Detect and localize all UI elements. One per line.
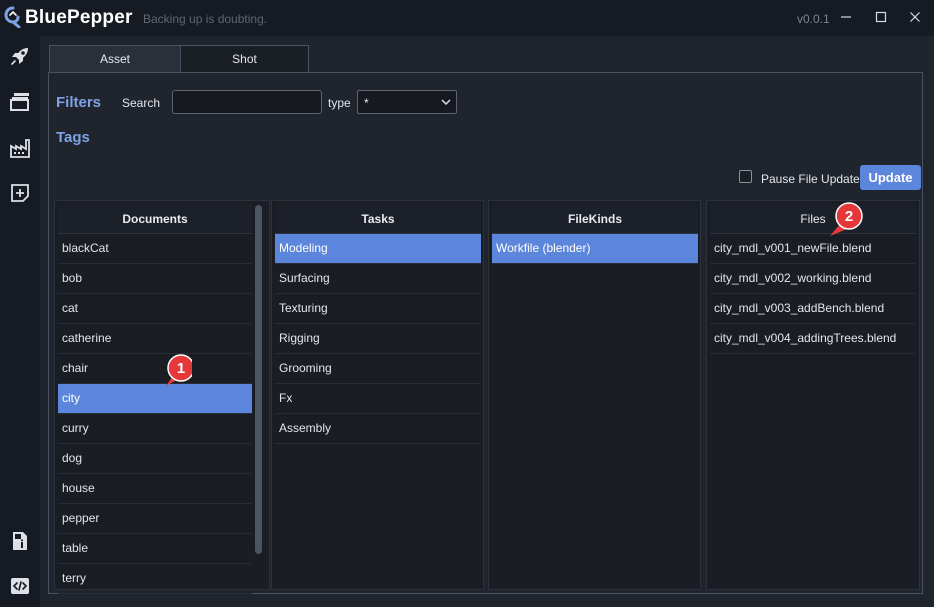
files-list: Files city_mdl_v001_newFile.blend city_m… (706, 200, 920, 590)
document-item[interactable]: chair (58, 354, 252, 384)
app-name: BluePepper (25, 7, 133, 28)
annotation-marker-2: 2 (830, 202, 863, 236)
add-document-icon (11, 184, 29, 202)
filekind-item-selected[interactable]: Workfile (blender) (492, 234, 698, 264)
app-tagline: Backing up is doubting. (143, 12, 268, 26)
files-header: Files (710, 204, 916, 234)
sidebar (0, 36, 40, 607)
task-item-selected[interactable]: Modeling (275, 234, 481, 264)
task-item[interactable]: Fx (275, 384, 481, 414)
sidebar-item-new[interactable] (8, 181, 32, 205)
file-info-icon (13, 532, 27, 550)
filekinds-list: FileKinds Workfile (blender) (488, 200, 701, 590)
marker-2-label: 2 (845, 208, 853, 225)
document-item[interactable]: blackCat (58, 234, 252, 264)
close-window-button[interactable] (902, 5, 928, 29)
search-label: Search (122, 96, 161, 110)
maximize-icon (875, 11, 887, 23)
main-content: Asset Shot Filters Search type * Tags Pa… (40, 36, 934, 607)
document-item[interactable]: catherine (58, 324, 252, 354)
maximize-button[interactable] (868, 5, 894, 29)
marker-1-label: 1 (177, 360, 185, 377)
file-item[interactable]: city_mdl_v004_addingTrees.blend (710, 324, 916, 354)
tab-asset[interactable]: Asset (49, 45, 181, 72)
document-item[interactable]: curry (58, 414, 252, 444)
task-item[interactable]: Surfacing (275, 264, 481, 294)
filekinds-rows: Workfile (blender) (492, 234, 698, 264)
documents-rows: blackCat bob cat catherine chair city cu… (58, 234, 252, 594)
bluepepper-logo-icon (4, 6, 21, 28)
document-item[interactable]: dog (58, 444, 252, 474)
type-select-value: * (364, 96, 369, 110)
filters-heading: Filters (56, 94, 102, 111)
pause-file-update-label: Pause File Update (761, 172, 860, 186)
sidebar-item-assets[interactable] (8, 89, 32, 113)
title-bar: BluePepper Backing up is doubting. v0.0.… (0, 0, 934, 36)
file-item[interactable]: city_mdl_v003_addBench.blend (710, 294, 916, 324)
documents-header: Documents (58, 204, 252, 234)
stack-icon (10, 93, 29, 111)
factory-icon (10, 139, 30, 158)
task-item[interactable]: Texturing (275, 294, 481, 324)
annotation-marker-1: 1 (165, 354, 192, 388)
close-icon (910, 12, 920, 22)
document-item[interactable]: table (58, 534, 252, 564)
app-version: v0.0.1 (797, 12, 830, 26)
document-item[interactable]: house (58, 474, 252, 504)
chevron-down-icon (441, 99, 451, 106)
files-rows: city_mdl_v001_newFile.blend city_mdl_v00… (710, 234, 916, 354)
file-item[interactable]: city_mdl_v001_newFile.blend (710, 234, 916, 264)
minimize-button[interactable] (833, 5, 859, 29)
rocket-icon (11, 48, 28, 65)
task-item[interactable]: Grooming (275, 354, 481, 384)
documents-scrollbar[interactable] (255, 205, 262, 554)
search-input[interactable] (172, 90, 322, 114)
minimize-icon (841, 16, 851, 18)
type-select[interactable]: * (357, 90, 457, 114)
document-item[interactable]: bob (58, 264, 252, 294)
type-label: type (328, 96, 351, 110)
pause-file-update-checkbox[interactable] (739, 170, 752, 183)
task-item[interactable]: Assembly (275, 414, 481, 444)
tags-heading: Tags (56, 129, 90, 146)
tasks-list: Tasks Modeling Surfacing Texturing Riggi… (271, 200, 484, 590)
documents-list: Documents blackCat bob cat catherine cha… (54, 200, 270, 594)
sidebar-item-code[interactable] (8, 574, 32, 598)
filekinds-header: FileKinds (492, 204, 698, 234)
document-item[interactable]: terry (58, 564, 252, 594)
tasks-header: Tasks (275, 204, 481, 234)
sidebar-item-production[interactable] (8, 136, 32, 160)
document-item-selected[interactable]: city (58, 384, 252, 414)
document-item[interactable]: pepper (58, 504, 252, 534)
file-item[interactable]: city_mdl_v002_working.blend (710, 264, 916, 294)
sidebar-item-launch[interactable] (8, 44, 32, 68)
tab-shot[interactable]: Shot (180, 45, 309, 72)
update-button[interactable]: Update (860, 165, 921, 190)
document-item[interactable]: cat (58, 294, 252, 324)
tasks-rows: Modeling Surfacing Texturing Rigging Gro… (275, 234, 481, 444)
code-icon (11, 578, 29, 594)
task-item[interactable]: Rigging (275, 324, 481, 354)
sidebar-item-file-info[interactable] (8, 529, 32, 553)
